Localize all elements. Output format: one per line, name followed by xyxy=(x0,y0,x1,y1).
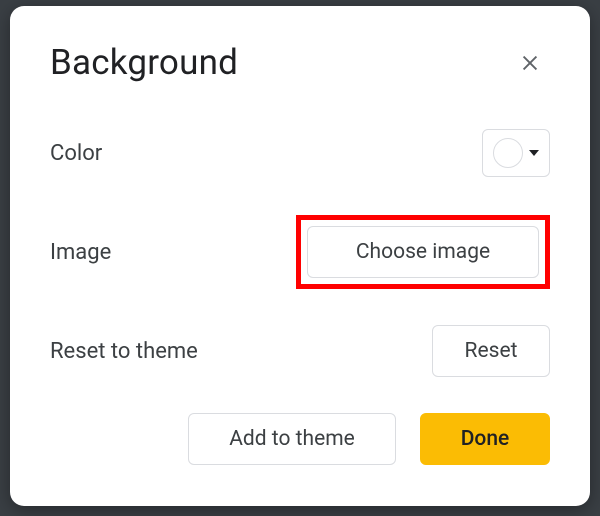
dialog-header: Background xyxy=(50,42,550,83)
reset-button[interactable]: Reset xyxy=(432,325,550,377)
choose-image-button[interactable]: Choose image xyxy=(307,226,539,278)
background-dialog: Background Color Image Choose image Rese… xyxy=(10,6,590,506)
add-to-theme-button[interactable]: Add to theme xyxy=(188,413,396,465)
chevron-down-icon xyxy=(529,150,539,156)
color-picker-button[interactable] xyxy=(482,129,550,177)
row-image: Image Choose image xyxy=(50,215,550,289)
row-reset: Reset to theme Reset xyxy=(50,325,550,377)
dialog-footer: Add to theme Done xyxy=(50,413,550,465)
label-color: Color xyxy=(50,141,102,166)
dialog-title: Background xyxy=(50,42,238,83)
label-image: Image xyxy=(50,240,111,265)
close-button[interactable] xyxy=(510,43,550,83)
color-swatch xyxy=(493,138,523,168)
row-color: Color xyxy=(50,127,550,179)
label-reset: Reset to theme xyxy=(50,339,198,364)
close-icon xyxy=(519,52,541,74)
done-button[interactable]: Done xyxy=(420,413,550,465)
highlight-box: Choose image xyxy=(296,215,550,289)
